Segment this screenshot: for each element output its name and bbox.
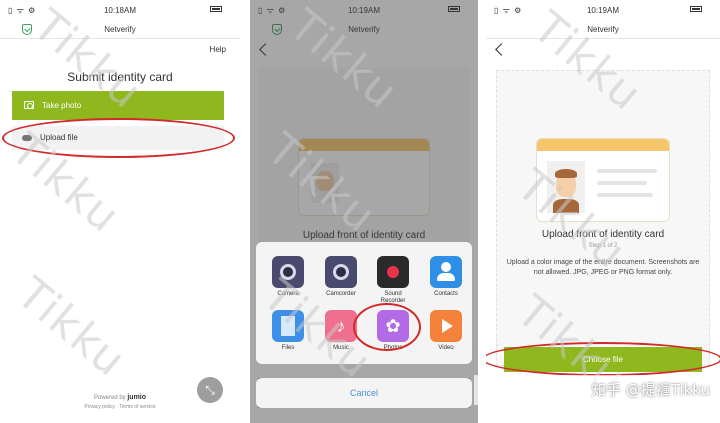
app-label: Contacts <box>434 291 458 297</box>
source-watermark: 知乎 @提褲Tikku <box>474 375 714 405</box>
status-bar: ▯ ᯤ ⚙ 10:19AM <box>486 0 720 20</box>
app-chooser-sheet: Camera Camcorder Sound Recorder Contacts… <box>256 242 472 364</box>
camcorder-icon <box>325 256 357 288</box>
status-bar: ▯ ᯤ ⚙ 10:18AM <box>0 0 240 20</box>
sound-recorder-icon <box>377 256 409 288</box>
app-video[interactable]: Video <box>419 310 473 351</box>
cancel-button[interactable]: Cancel <box>256 378 472 408</box>
back-arrow-icon[interactable] <box>495 43 508 56</box>
document-area: Upload front of identity card Step 1 of … <box>496 70 710 366</box>
page-title: Submit identity card <box>67 70 173 84</box>
privacy-links[interactable]: Privacy policy · Terms of service <box>0 404 240 410</box>
app-label: Music <box>333 345 349 351</box>
upload-instructions: Upload a color image of the entire docum… <box>506 259 700 276</box>
files-icon <box>272 310 304 342</box>
step-indicator: Step 1 of 2 <box>588 243 618 249</box>
take-photo-label: Take photo <box>42 101 82 110</box>
app-label: Camera <box>277 291 299 297</box>
app-title: Netverify <box>104 25 136 34</box>
camera-icon <box>272 256 304 288</box>
app-label: Files <box>281 345 295 351</box>
screenshot-collage: ▯ ᯤ ⚙ 10:18AM Netverify Help Submit iden… <box>0 0 720 423</box>
contacts-icon <box>430 256 462 288</box>
jumio-logo: jumio <box>127 394 147 401</box>
header-divider <box>486 38 720 39</box>
powered-by: Powered by jumio <box>0 394 240 401</box>
highlight-ellipse <box>2 118 235 158</box>
app-label: Video <box>438 345 454 351</box>
id-card-illustration <box>536 138 670 222</box>
take-photo-button[interactable]: Take photo <box>12 91 224 120</box>
help-link[interactable]: Help <box>210 45 226 54</box>
app-title: Netverify <box>587 25 619 34</box>
battery-icon <box>690 6 712 14</box>
screen-submit-identity-card: ▯ ᯤ ⚙ 10:18AM Netverify Help Submit iden… <box>0 0 240 423</box>
app-camcorder[interactable]: Camcorder <box>314 256 368 297</box>
screen-upload-front: ▯ ᯤ ⚙ 10:19AM Netverify Upload front of … <box>486 0 720 423</box>
app-files[interactable]: Files <box>261 310 315 351</box>
app-camera[interactable]: Camera <box>261 256 315 297</box>
video-icon <box>430 310 462 342</box>
powered-by-text: Powered by <box>93 395 126 401</box>
camera-icon <box>24 101 34 109</box>
upload-heading: Upload front of identity card <box>541 229 665 240</box>
app-sound-recorder[interactable]: Sound Recorder <box>366 256 420 305</box>
app-contacts[interactable]: Contacts <box>419 256 473 297</box>
app-label: Camcorder <box>326 291 356 297</box>
battery-icon <box>210 6 232 14</box>
header-divider <box>0 38 240 39</box>
highlight-ellipse <box>486 342 720 376</box>
screen-file-picker: ▯ ᯤ ⚙ 10:19AM Netverify Upload front of … <box>250 0 478 423</box>
status-time: 10:19AM <box>586 6 620 15</box>
status-time: 10:18AM <box>103 6 137 15</box>
highlight-ellipse <box>353 303 421 351</box>
